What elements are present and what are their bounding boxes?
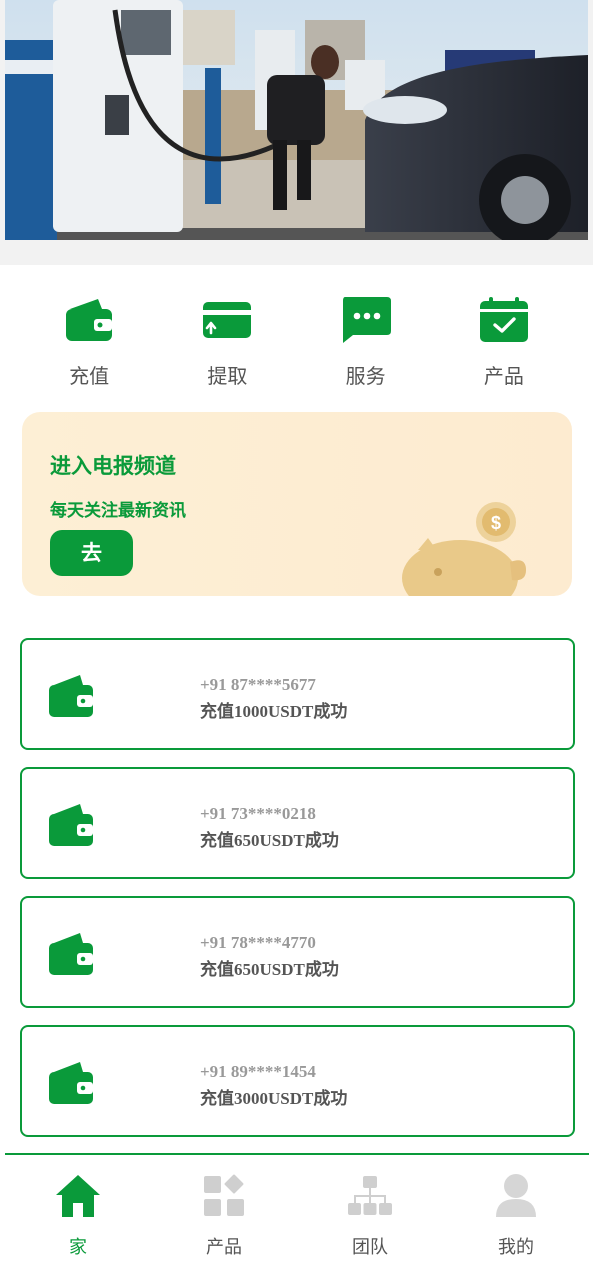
record-phone: +91 89****1454 bbox=[200, 1062, 316, 1081]
nav-label: 产品 bbox=[206, 1237, 242, 1258]
nav-products[interactable]: 产品 bbox=[151, 1155, 297, 1266]
recharge-record: +91 89****1454 充值3000USDT成功 bbox=[20, 1025, 575, 1137]
record-phone: +91 87****5677 bbox=[200, 675, 316, 694]
quick-action-label: 产品 bbox=[483, 364, 524, 388]
promo-go-button[interactable]: 去 bbox=[50, 530, 133, 576]
calendar-check-icon bbox=[476, 294, 532, 346]
grid-icon bbox=[199, 1171, 249, 1221]
svg-text:$: $ bbox=[491, 513, 501, 533]
promo-title: 进入电报频道 bbox=[50, 454, 176, 478]
quick-action-products[interactable]: 产品 bbox=[435, 294, 573, 394]
record-message: 充值3000USDT成功 bbox=[200, 1089, 348, 1108]
wallet-icon bbox=[49, 804, 93, 846]
nav-home[interactable]: 家 bbox=[5, 1155, 151, 1266]
telegram-channel-promo: 进入电报频道 每天关注最新资讯 去 $ bbox=[22, 412, 572, 596]
recharge-record: +91 87****5677 充值1000USDT成功 bbox=[20, 638, 575, 750]
wallet-icon bbox=[49, 1062, 93, 1104]
home-page: 充值 提取 服务 产品 进入电报频道 每天关注最新资讯 去 $ +91 87**… bbox=[0, 0, 593, 1266]
home-icon bbox=[53, 1171, 103, 1221]
nav-label: 家 bbox=[69, 1237, 87, 1258]
record-phone: +91 73****0218 bbox=[200, 804, 316, 823]
hero-banner bbox=[0, 0, 593, 265]
nav-mine[interactable]: 我的 bbox=[443, 1155, 589, 1266]
nav-label: 团队 bbox=[352, 1237, 388, 1258]
quick-actions: 充值 提取 服务 产品 bbox=[20, 294, 573, 394]
record-message: 充值650USDT成功 bbox=[200, 831, 339, 850]
recharge-record: +91 73****0218 充值650USDT成功 bbox=[20, 767, 575, 879]
quick-action-label: 充值 bbox=[69, 364, 110, 388]
wallet-icon bbox=[49, 933, 93, 975]
record-phone: +91 78****4770 bbox=[200, 933, 316, 952]
quick-action-label: 提取 bbox=[207, 364, 248, 388]
org-chart-icon bbox=[345, 1171, 395, 1221]
wallet-icon bbox=[61, 294, 117, 346]
promo-subtitle: 每天关注最新资讯 bbox=[50, 501, 186, 521]
piggy-bank-icon: $ bbox=[402, 502, 526, 596]
chat-bubble-icon bbox=[338, 294, 394, 346]
wallet-icon bbox=[49, 675, 93, 717]
quick-action-label: 服务 bbox=[345, 364, 386, 388]
quick-action-withdraw[interactable]: 提取 bbox=[158, 294, 296, 394]
nav-team[interactable]: 团队 bbox=[297, 1155, 443, 1266]
record-message: 充值1000USDT成功 bbox=[200, 702, 348, 721]
bottom-nav: 家 产品 团队 我的 bbox=[5, 1153, 589, 1266]
hero-photo-ev-charging bbox=[5, 0, 588, 240]
card-withdraw-icon bbox=[199, 294, 255, 346]
quick-action-recharge[interactable]: 充值 bbox=[20, 294, 158, 394]
quick-action-service[interactable]: 服务 bbox=[297, 294, 435, 394]
nav-label: 我的 bbox=[498, 1237, 534, 1258]
record-message: 充值650USDT成功 bbox=[200, 960, 339, 979]
user-icon bbox=[491, 1171, 541, 1221]
recharge-record: +91 78****4770 充值650USDT成功 bbox=[20, 896, 575, 1008]
